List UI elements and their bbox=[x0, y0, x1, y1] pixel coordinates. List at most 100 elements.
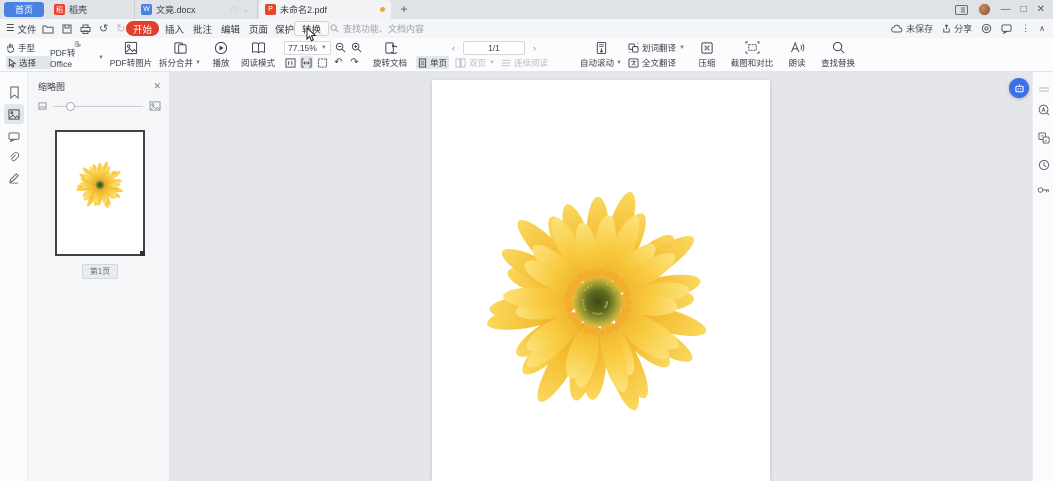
panel-title: 缩略图 bbox=[38, 80, 65, 93]
compress-button[interactable]: 压缩 bbox=[692, 40, 722, 70]
auto-scroll-button[interactable]: 自动滚动▼ bbox=[576, 40, 626, 70]
side-panel-icon[interactable] bbox=[955, 5, 968, 15]
bookmarks-panel-button[interactable] bbox=[4, 82, 24, 102]
find-replace-button[interactable]: 查找替换 bbox=[816, 40, 860, 70]
thumbnails-panel-button[interactable] bbox=[4, 104, 24, 124]
full-translate-icon bbox=[628, 58, 639, 68]
slider-knob[interactable] bbox=[66, 102, 75, 111]
zoom-out-button[interactable] bbox=[334, 41, 347, 54]
quick-access-icons: ↺ ↻ ▼ bbox=[42, 22, 139, 35]
maximize-button[interactable]: □ bbox=[1021, 5, 1027, 15]
pdf-to-image-button[interactable]: PDF转图片 bbox=[106, 40, 156, 70]
hand-tool-button[interactable]: 手型 bbox=[6, 41, 52, 54]
cloud-save-status[interactable]: 未保存 bbox=[891, 22, 933, 35]
read-aloud-button[interactable]: 朗读 bbox=[782, 40, 812, 70]
split-merge-icon bbox=[173, 41, 188, 55]
writer-doc-icon: W bbox=[141, 4, 152, 15]
comment-icon bbox=[8, 132, 20, 142]
find-replace-icon bbox=[832, 41, 845, 54]
document-canvas[interactable] bbox=[170, 72, 1032, 481]
share-icon bbox=[942, 24, 951, 33]
signature-panel-button[interactable] bbox=[4, 168, 24, 188]
flower-thumbnail-image bbox=[76, 161, 124, 209]
book-icon bbox=[251, 41, 266, 54]
open-folder-icon[interactable] bbox=[42, 24, 54, 34]
docer-icon: 稻 bbox=[54, 4, 65, 15]
skin-settings-icon[interactable] bbox=[981, 23, 992, 34]
strip-drag-handle[interactable] bbox=[1036, 82, 1051, 97]
play-button[interactable]: 播放 bbox=[206, 40, 236, 70]
thumbnail-corner-mark bbox=[140, 251, 145, 256]
screenshot-compare-icon bbox=[745, 41, 760, 54]
pdf-page[interactable] bbox=[432, 80, 770, 481]
print-icon[interactable] bbox=[80, 24, 91, 34]
tab-document-docx[interactable]: W 文竟.docx □ ⌄ bbox=[134, 0, 258, 19]
zoom-in-button[interactable] bbox=[350, 41, 363, 54]
dropdown-caret-icon: ▼ bbox=[679, 45, 685, 51]
new-tab-button[interactable]: + bbox=[396, 1, 412, 17]
minimize-button[interactable]: — bbox=[1001, 5, 1011, 15]
translate-icon bbox=[1038, 132, 1050, 144]
rotate-document-icon bbox=[384, 41, 397, 55]
share-button[interactable]: 分享 bbox=[942, 22, 972, 35]
undo-icon[interactable]: ↺ bbox=[99, 22, 108, 35]
page-number-box[interactable]: 1/1 bbox=[463, 41, 525, 55]
select-tool-button[interactable]: 选择 bbox=[6, 56, 52, 69]
file-menu[interactable]: ☰ 文件 bbox=[6, 22, 37, 36]
rotate-document-button[interactable]: 旋转文档 bbox=[368, 40, 412, 70]
annotation-tools-button[interactable] bbox=[1036, 182, 1051, 197]
full-translate-button[interactable]: 全文翻译 bbox=[628, 56, 690, 69]
view-tools-button[interactable] bbox=[1036, 102, 1051, 117]
play-icon bbox=[214, 41, 228, 55]
tab-home[interactable]: 首页 bbox=[4, 2, 44, 17]
tab-docer[interactable]: 稻 稻壳 bbox=[48, 0, 132, 19]
attachments-panel-button[interactable] bbox=[4, 148, 24, 168]
ribbon-toolbar: 手型 选择 PDF转Office▼ PDF转图片 拆分合并▼ 播放 阅读模式 7… bbox=[0, 38, 1053, 72]
page-thumbnail-selected[interactable] bbox=[55, 130, 145, 256]
fit-page-button[interactable] bbox=[316, 56, 329, 69]
slider-track[interactable] bbox=[53, 106, 143, 107]
unsaved-dot-indicator bbox=[380, 7, 385, 12]
more-menu-icon[interactable]: ⋮ bbox=[1021, 23, 1030, 34]
translate-tools-button[interactable] bbox=[1036, 130, 1051, 145]
continuous-read-button[interactable]: 连续阅读 bbox=[501, 56, 548, 69]
hand-icon bbox=[6, 43, 15, 53]
rotate-right-button[interactable]: ↷ bbox=[348, 56, 361, 69]
clock-icon bbox=[1038, 159, 1050, 171]
collapse-ribbon-icon[interactable]: ∧ bbox=[1039, 24, 1045, 33]
user-avatar[interactable] bbox=[978, 3, 991, 16]
double-page-button[interactable]: 双页 ▼ bbox=[455, 56, 495, 69]
ribbon-tab-home[interactable]: 开始 bbox=[126, 21, 159, 36]
chevron-down-icon: ▼ bbox=[321, 45, 327, 51]
read-mode-button[interactable]: 阅读模式 bbox=[236, 40, 280, 70]
dropdown-caret-icon: ▼ bbox=[616, 60, 622, 66]
redo-icon[interactable]: ↻ bbox=[116, 22, 125, 35]
pdf-to-image-icon bbox=[124, 41, 138, 55]
actual-size-button[interactable] bbox=[284, 56, 297, 69]
right-tool-strip bbox=[1032, 72, 1053, 481]
circled-a-search-icon bbox=[1038, 104, 1050, 116]
rotate-left-button[interactable]: ↶ bbox=[332, 56, 345, 69]
wps-assistant-button[interactable] bbox=[1009, 78, 1029, 98]
history-button[interactable] bbox=[1036, 157, 1051, 172]
large-thumbnail-icon bbox=[149, 101, 161, 111]
thumbnail-image-icon bbox=[8, 109, 20, 120]
bookmark-icon bbox=[9, 86, 20, 99]
screenshot-compare-button[interactable]: 截图和对比 bbox=[724, 40, 780, 70]
split-merge-button[interactable]: 拆分合并▼ bbox=[156, 40, 204, 70]
close-button[interactable]: ✕ bbox=[1037, 5, 1045, 15]
tab-session-icons: □ ⌄ bbox=[231, 5, 251, 14]
comments-panel-button[interactable] bbox=[4, 127, 24, 147]
prev-page-button[interactable]: ‹ bbox=[452, 43, 455, 53]
word-translate-icon bbox=[628, 43, 639, 53]
word-translate-button[interactable]: 划词翻译 ▼ bbox=[628, 41, 690, 54]
panel-close-icon[interactable]: ✕ bbox=[153, 81, 161, 92]
feedback-message-icon[interactable] bbox=[1001, 24, 1012, 34]
function-search-box[interactable]: 查找功能、文档内容 bbox=[330, 22, 424, 35]
save-icon[interactable] bbox=[62, 24, 72, 34]
single-page-button[interactable]: 单页 bbox=[416, 56, 449, 69]
next-page-button[interactable]: › bbox=[533, 43, 536, 53]
pdf-to-office-button[interactable]: PDF转Office▼ bbox=[48, 40, 106, 70]
tab-document-pdf-active[interactable]: P 未命名2.pdf bbox=[259, 0, 391, 19]
fit-width-button[interactable] bbox=[300, 56, 313, 69]
